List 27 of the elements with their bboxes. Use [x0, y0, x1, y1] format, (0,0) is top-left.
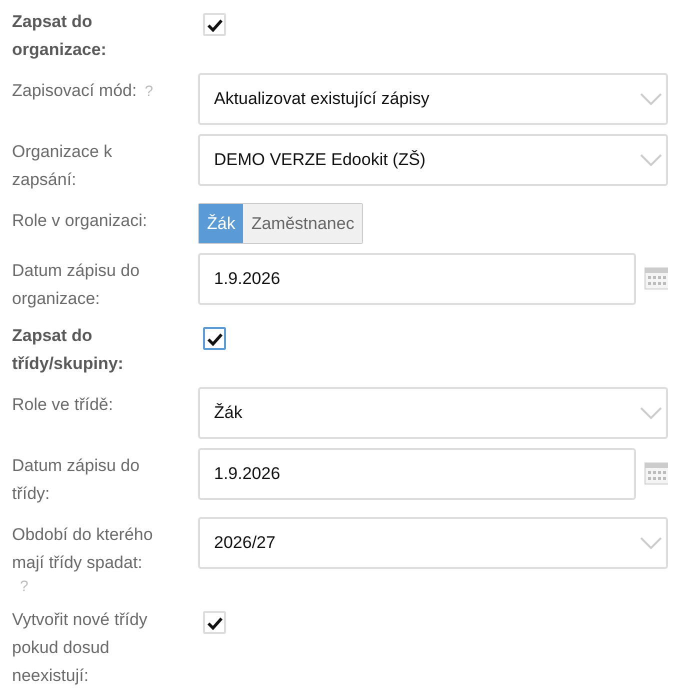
chevron-down-icon	[640, 154, 662, 166]
field-label: Zapsat do třídy/skupiny:	[12, 325, 124, 375]
field-label: Zapisovací mód:	[12, 80, 137, 102]
field-label: Datum zápisu do organizace:	[12, 260, 141, 310]
chevron-down-icon	[640, 537, 662, 549]
field-label: Role ve třídě:	[12, 394, 114, 416]
calendar-icon	[644, 265, 668, 291]
dropdown[interactable]: Žák	[198, 387, 668, 439]
check-icon	[206, 332, 222, 346]
field-label: Datum zápisu do třídy:	[12, 455, 141, 505]
chevron-down-icon	[640, 93, 662, 105]
field-label: Období do kterého mají třídy spadat:	[12, 524, 154, 574]
checkbox[interactable]	[203, 327, 226, 350]
field-label: Role v organizaci:	[12, 210, 148, 232]
check-icon	[206, 616, 222, 630]
dropdown[interactable]: 2026/27	[198, 517, 668, 569]
chevron-down-icon	[640, 407, 662, 419]
field-label: Vytvořit nové třídy pokud dosud neexistují:	[12, 609, 148, 687]
dropdown[interactable]: DEMO VERZE Edookit (ZŠ)	[198, 134, 668, 186]
field-label: Zapsat do organizace:	[12, 11, 108, 61]
date-field[interactable]: 1.9.2026	[198, 253, 636, 305]
dropdown[interactable]: Aktualizovat existující zápisy	[198, 73, 668, 125]
calendar-icon	[644, 460, 668, 486]
field-label: Organizace k zapsání:	[12, 141, 114, 191]
role-toggle[interactable]: Zaměstnanec	[243, 204, 362, 243]
check-icon	[206, 18, 222, 32]
date-field[interactable]: 1.9.2026	[198, 448, 636, 500]
